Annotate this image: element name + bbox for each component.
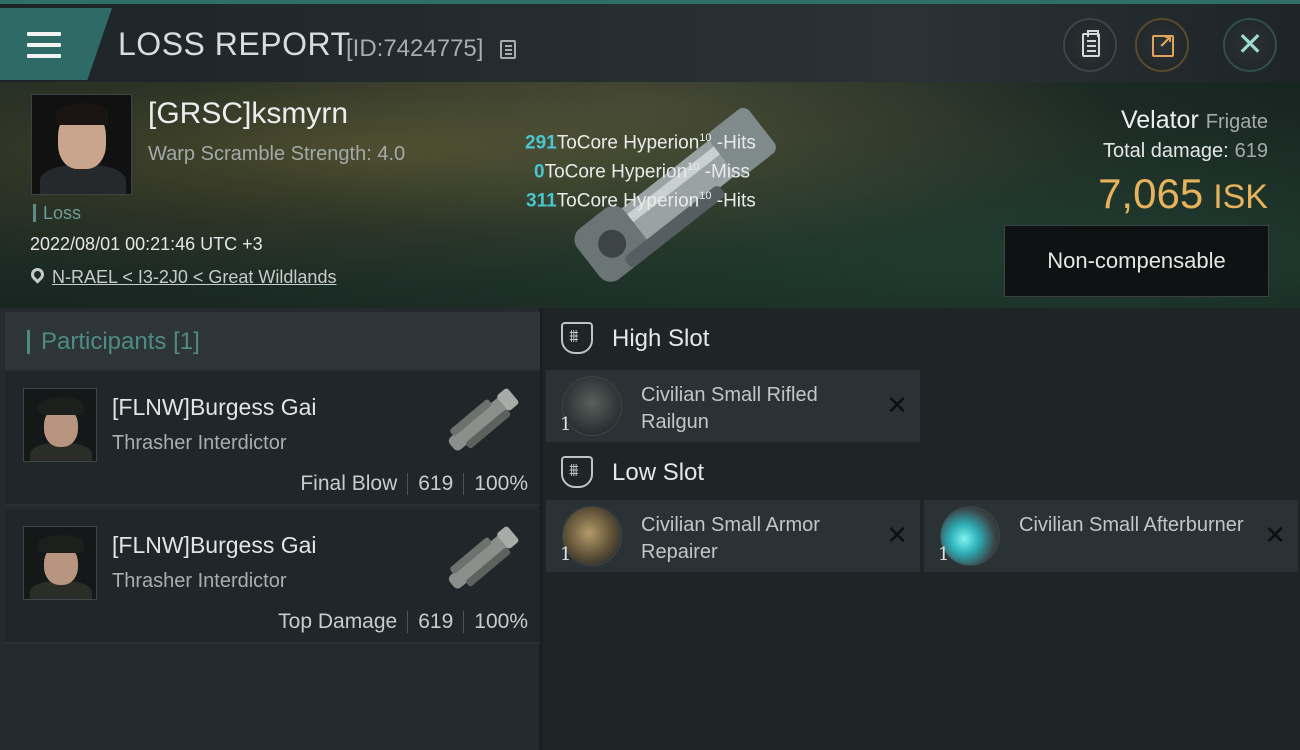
participant-row[interactable]: [FLNW]Burgess Gai Thrasher Interdictor F…: [5, 372, 540, 506]
ship-name: Velator: [1120, 106, 1199, 134]
menu-icon: [27, 32, 61, 58]
destroyed-x-icon: ✕: [886, 520, 908, 550]
total-damage-label: Total damage:: [1102, 140, 1229, 162]
low-slot-icon: [561, 456, 593, 488]
module-quantity: 1: [560, 544, 572, 565]
location-link[interactable]: N-RAEL < I3-2J0 < Great Wildlands: [52, 267, 336, 288]
participant-ship: Thrasher Interdictor: [112, 570, 287, 592]
high-slot-label: High Slot: [612, 325, 710, 352]
participant-ship-image: [448, 526, 519, 589]
victim-ship-type[interactable]: Velator Frigate: [1121, 106, 1268, 135]
participant-damage: 619: [418, 472, 454, 495]
total-damage: Total damage: 619: [1103, 140, 1268, 163]
loss-status-tag: Loss: [33, 204, 81, 222]
participant-stats: Final Blow 619 100%: [300, 472, 528, 496]
victim-name[interactable]: [GRSC]ksmyrn: [148, 97, 348, 131]
participant-damage: 619: [418, 610, 454, 633]
isk-amount: 7,065: [1098, 170, 1204, 217]
participant-role: Final Blow: [300, 472, 398, 495]
fitting-panel: High Slot 1 Civilian Small Rifled Railgu…: [543, 308, 1300, 750]
participant-role: Top Damage: [278, 610, 398, 633]
avatar[interactable]: [23, 388, 97, 462]
participant-ship: Thrasher Interdictor: [112, 432, 287, 454]
compensation-button[interactable]: Non-compensable: [1004, 225, 1269, 297]
loss-datetime: 2022/08/01 00:21:46 UTC +3: [30, 234, 263, 254]
participant-percent: 100%: [474, 610, 528, 633]
module-name: Civilian Small Rifled Railgun: [641, 384, 818, 433]
total-damage-value: 619: [1234, 140, 1268, 162]
share-button[interactable]: [1135, 18, 1189, 72]
avatar[interactable]: [23, 526, 97, 600]
ship-class: Frigate: [1205, 111, 1268, 133]
report-id: [ID:7424775]: [346, 35, 484, 62]
low-slot-label: Low Slot: [612, 459, 705, 486]
hit-line: 311ToCore Hyperion10 -Hits: [526, 190, 756, 212]
clipboard-icon: [1082, 30, 1100, 57]
participants-title: Participants [1]: [27, 330, 200, 354]
copy-icon[interactable]: [500, 40, 516, 59]
module-name: Civilian Small Afterburner: [1019, 514, 1244, 536]
high-slot-icon: [561, 322, 593, 354]
page-title: LOSS REPORT: [118, 26, 351, 62]
close-icon: ✕: [1236, 26, 1264, 62]
participant-stats: Top Damage 619 100%: [278, 610, 528, 634]
module-name: Civilian Small Armor Repairer: [641, 514, 820, 563]
destroyed-x-icon: ✕: [886, 390, 908, 420]
victim-banner: [GRSC]ksmyrn Warp Scramble Strength: 4.0…: [0, 82, 1300, 308]
header-bar: LOSS REPORT [ID:7424775] ✕: [0, 4, 1300, 82]
location-pin-icon: [28, 265, 47, 284]
module-quantity: 1: [560, 414, 572, 435]
participant-percent: 100%: [474, 472, 528, 495]
close-button[interactable]: ✕: [1223, 18, 1277, 72]
participant-name: [FLNW]Burgess Gai: [112, 532, 317, 558]
destroyed-x-icon: ✕: [1264, 520, 1286, 550]
isk-value: 7,065 ISK: [1098, 170, 1268, 218]
menu-button[interactable]: [0, 8, 112, 80]
participants-panel: Participants [1] [FLNW]Burgess Gai Thras…: [0, 308, 541, 750]
clipboard-button[interactable]: [1063, 18, 1117, 72]
module-item[interactable]: 1 Civilian Small Rifled Railgun ✕: [546, 370, 920, 442]
isk-unit: ISK: [1213, 178, 1268, 216]
module-item[interactable]: 1 Civilian Small Afterburner ✕: [924, 500, 1298, 572]
participants-header: Participants [1]: [5, 312, 540, 370]
victim-avatar[interactable]: [31, 94, 132, 195]
hit-line: 291ToCore Hyperion10 -Hits: [525, 132, 756, 154]
warp-scramble-strength: Warp Scramble Strength: 4.0: [148, 143, 406, 165]
participant-row[interactable]: [FLNW]Burgess Gai Thrasher Interdictor T…: [5, 510, 540, 644]
hit-line: 0ToCore Hyperion10 -Miss: [534, 161, 751, 183]
participant-name: [FLNW]Burgess Gai: [112, 394, 317, 420]
participant-ship-image: [448, 388, 519, 451]
module-item[interactable]: 1 Civilian Small Armor Repairer ✕: [546, 500, 920, 572]
share-icon: [1152, 32, 1174, 57]
module-quantity: 1: [938, 544, 950, 565]
